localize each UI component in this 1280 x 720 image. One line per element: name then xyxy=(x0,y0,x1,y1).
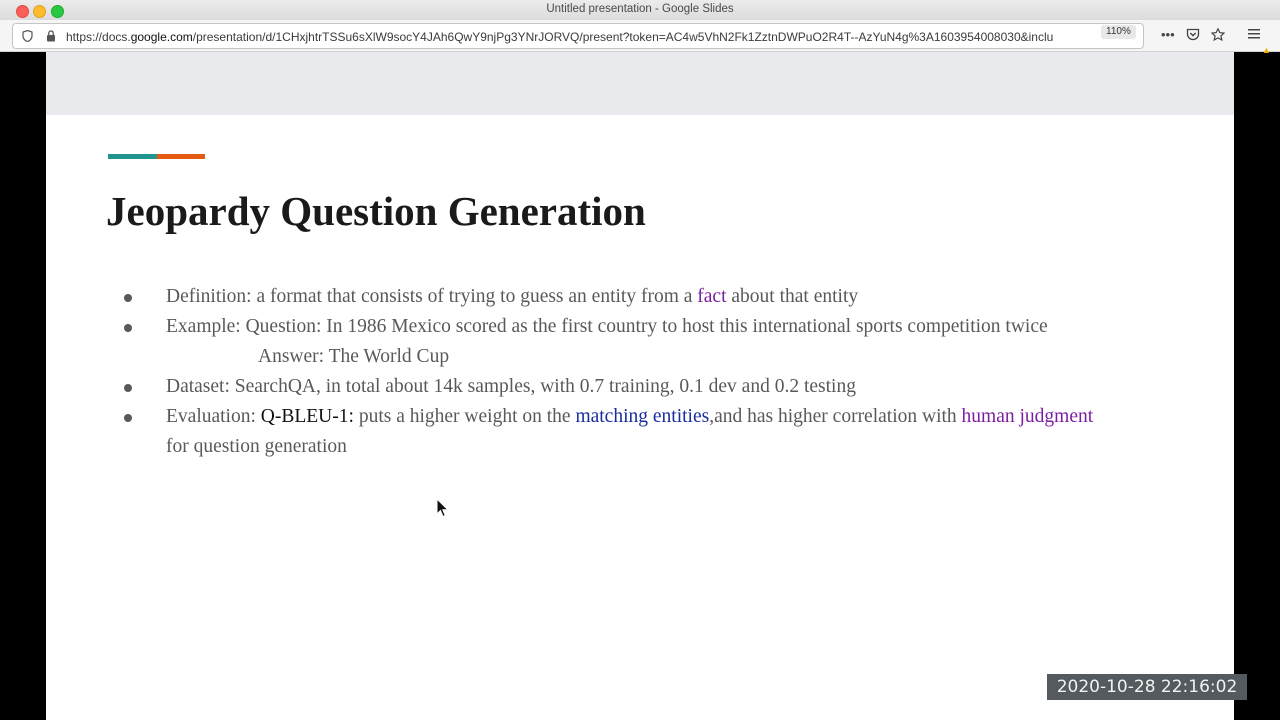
more-icon[interactable]: ••• xyxy=(1161,28,1175,42)
slide-body: Definition: a format that consists of tr… xyxy=(118,282,1118,462)
slide-top-band xyxy=(46,52,1234,115)
bullet-dot xyxy=(124,294,132,302)
bullet-evaluation: Evaluation: Q-BLEU-1: puts a higher weig… xyxy=(118,402,1118,462)
answer-line: Answer: The World Cup xyxy=(258,346,450,367)
lock-icon[interactable] xyxy=(46,30,56,44)
zoom-level-badge[interactable]: 110% xyxy=(1101,25,1136,39)
bullet-dataset: Dataset: SearchQA, in total about 14k sa… xyxy=(118,372,1118,402)
accent-bar-orange xyxy=(157,154,205,159)
timestamp-overlay: 2020-10-28 22:16:02 xyxy=(1047,674,1247,700)
link-human-judgment[interactable]: human judgment xyxy=(962,406,1094,427)
window-title: Untitled presentation - Google Slides xyxy=(546,3,734,15)
slide-title: Jeopardy Question Generation xyxy=(106,188,646,234)
url-text[interactable]: https://docs.google.com/presentation/d/1… xyxy=(66,30,1111,44)
browser-toolbar: https://docs.google.com/presentation/d/1… xyxy=(0,20,1280,55)
shield-icon[interactable] xyxy=(22,29,33,44)
bullet-example: Example: Question: In 1986 Mexico scored… xyxy=(118,312,1118,342)
bullet-dot xyxy=(124,414,132,422)
title-accent-bar xyxy=(108,154,205,159)
menu-icon[interactable] xyxy=(1248,28,1260,42)
accent-bar-teal xyxy=(108,154,157,159)
bullet-definition: Definition: a format that consists of tr… xyxy=(118,282,1118,312)
link-matching-entities[interactable]: matching entities xyxy=(575,406,709,427)
star-icon[interactable] xyxy=(1210,27,1226,44)
metric-name: Q-BLEU-1: xyxy=(260,406,354,427)
pocket-icon[interactable] xyxy=(1186,28,1200,44)
window-titlebar: Untitled presentation - Google Slides xyxy=(0,0,1280,21)
bullet-dot xyxy=(124,324,132,332)
link-fact[interactable]: fact xyxy=(697,286,726,307)
warning-icon: ▲ xyxy=(1262,45,1271,55)
mouse-cursor-icon xyxy=(436,497,450,518)
bullet-dot xyxy=(124,384,132,392)
url-bar[interactable]: https://docs.google.com/presentation/d/1… xyxy=(12,23,1144,49)
